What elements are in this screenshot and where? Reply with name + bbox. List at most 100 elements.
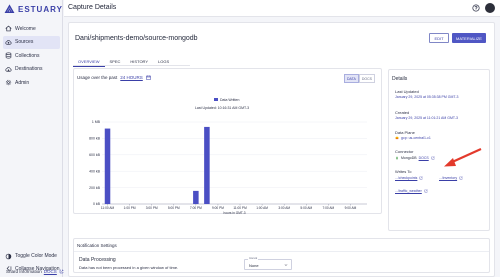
usage-title-row: Usage over the past 24 HOURS (77, 75, 151, 80)
data-plane-value: gcp: us-central1-c1 (401, 136, 431, 140)
y-tick-label: 800 kB (89, 137, 101, 141)
x-tick-label: 1:00 PM (124, 206, 136, 210)
interval-select-value: None (249, 263, 259, 268)
sidebar-item-label: Sources (15, 39, 34, 45)
sidebar-item-sources[interactable]: Sources (3, 35, 60, 49)
connector-docs-link[interactable]: DOCS (419, 156, 429, 160)
notification-settings-panel: Notification Settings Data Processing Da… (73, 238, 490, 273)
sidebar-item-admin[interactable]: Admin (3, 76, 60, 89)
sidebar-item-destinations[interactable]: Destinations (3, 63, 60, 76)
data-processing-title: Data Processing (79, 257, 116, 263)
x-tick-label: 9:00 PM (212, 206, 224, 210)
writes-to-link-label: .../traffic_weather (395, 189, 422, 193)
avatar[interactable] (485, 3, 495, 13)
x-tick-label: 3:00 AM (278, 206, 290, 210)
external-link-icon[interactable] (59, 269, 64, 274)
interval-select[interactable]: Interval None (244, 257, 292, 270)
writes-to-link-traffic-weather[interactable]: .../traffic_weather (395, 189, 428, 193)
brand-name: ESTUARY (18, 5, 63, 14)
main-content: Dani/shipments-demo/source-mongodb EDIT … (68, 22, 495, 277)
sidebar-item-label: Collections (15, 52, 40, 59)
sidebar-item-label: Destinations (15, 66, 43, 72)
last-updated-value: January 29, 2025 at 05:35:38 PM GMT-3 (395, 95, 459, 99)
data-plane-row: gcp: us-central1-c1 (395, 136, 431, 140)
cloud-upload-icon (5, 39, 12, 45)
chart-subtitle: Last Updated: 10:16:31 AM GMT-3 (195, 106, 249, 110)
brand-logo[interactable]: ESTUARY (4, 4, 63, 15)
annotation-arrow-icon (444, 147, 482, 167)
x-tick-label: 11:00 AM (101, 206, 115, 210)
page-title: Capture Details (68, 4, 117, 11)
y-tick-label: 1 MB (92, 120, 101, 124)
sidebar-item-welcome[interactable]: Welcome (3, 22, 60, 35)
x-tick-label: 1:00 AM (256, 206, 268, 210)
bar (193, 190, 199, 204)
top-header: Capture Details (64, 0, 500, 17)
calendar-icon[interactable] (146, 75, 151, 80)
writes-to-link-checkpoints[interactable]: .../checkpoints (395, 176, 423, 180)
mongodb-icon (396, 156, 398, 160)
interval-select-label: Interval (248, 257, 259, 260)
materialize-button[interactable]: MATERIALIZE (452, 33, 486, 43)
x-tick-label: 9:00 AM (345, 206, 357, 210)
legend-swatch (214, 98, 218, 101)
tabs-divider (73, 65, 190, 66)
shard-information: Shard Information DOCS (6, 269, 64, 274)
toggle-color-mode-label: Toggle Color Mode (15, 253, 57, 259)
usage-bar-chart: Data Written Last Updated: 10:16:31 AM GM… (89, 98, 367, 215)
connector-label: Connector (395, 149, 414, 154)
data-processing-description: Data has not been processed in a given w… (79, 265, 179, 270)
y-tick-label: 400 kB (89, 169, 101, 173)
data-docs-toggle: DATA DOCS (344, 74, 375, 83)
estuary-logo-icon (4, 4, 15, 13)
help-icon[interactable] (472, 4, 480, 12)
half-moon-icon (5, 253, 12, 259)
notification-settings-title: Notification Settings (77, 243, 117, 248)
home-icon (5, 25, 12, 32)
gcp-icon (395, 136, 399, 140)
x-tick-label: 7:00 AM (323, 206, 335, 210)
external-link-icon (459, 176, 463, 180)
toggle-color-mode-button[interactable]: Toggle Color Mode (3, 250, 63, 262)
sidebar-item-label: Admin (15, 79, 30, 86)
connector-value: MongoDB (401, 156, 417, 160)
writes-to-link-label: .../inventory (439, 176, 458, 180)
x-tick-label: 5:00 AM (300, 206, 312, 210)
sidebar: ESTUARY Welcome Sources Collections Dest… (0, 0, 63, 277)
writes-to-link-label: .../checkpoints (395, 176, 418, 180)
bar (204, 126, 210, 204)
details-title: Details (392, 76, 408, 82)
cloud-download-icon (5, 66, 12, 72)
connector-row: MongoDB DOCS (395, 156, 435, 160)
sidebar-item-collections[interactable]: Collections (3, 49, 60, 62)
y-tick-label: 600 kB (89, 153, 101, 157)
usage-title: Usage over the past (77, 75, 118, 80)
x-tick-label: 7:00 PM (190, 206, 202, 210)
bar (104, 128, 111, 204)
divider (74, 251, 489, 252)
created-value: January 29, 2025 at 11:01:21 AM GMT-3 (395, 116, 458, 120)
y-tick-label: 0 kB (93, 202, 101, 206)
x-tick-label: 5:00 PM (168, 206, 180, 210)
x-axis-label: hours in GMT-3 (224, 211, 246, 215)
shard-information-label: Shard Information (6, 269, 42, 274)
edit-button[interactable]: EDIT (429, 33, 449, 43)
settings-icon (5, 79, 12, 86)
shard-docs-link[interactable]: DOCS (44, 269, 57, 274)
legend-label: Data Written (220, 98, 239, 102)
capture-name: Dani/shipments-demo/source-mongodb (75, 35, 198, 42)
created-label: Created (395, 110, 410, 115)
external-link-icon[interactable] (431, 156, 435, 160)
usage-range-link[interactable]: 24 HOURS (120, 75, 143, 80)
sidebar-item-label: Welcome (15, 25, 36, 32)
external-link-icon (424, 189, 428, 193)
chevron-down-icon (284, 264, 288, 266)
writes-to-link-inventory[interactable]: .../inventory (439, 176, 463, 180)
external-link-icon (419, 176, 423, 180)
x-tick-label: 11:00 PM (233, 206, 247, 210)
toggle-docs-button[interactable]: DOCS (358, 74, 375, 83)
x-tick-label: 3:00 PM (146, 206, 158, 210)
usage-panel: Usage over the past 24 HOURS DATA DOCS D… (73, 68, 382, 215)
toggle-data-button[interactable]: DATA (344, 74, 359, 83)
data-plane-label: Data Plane (395, 130, 415, 135)
